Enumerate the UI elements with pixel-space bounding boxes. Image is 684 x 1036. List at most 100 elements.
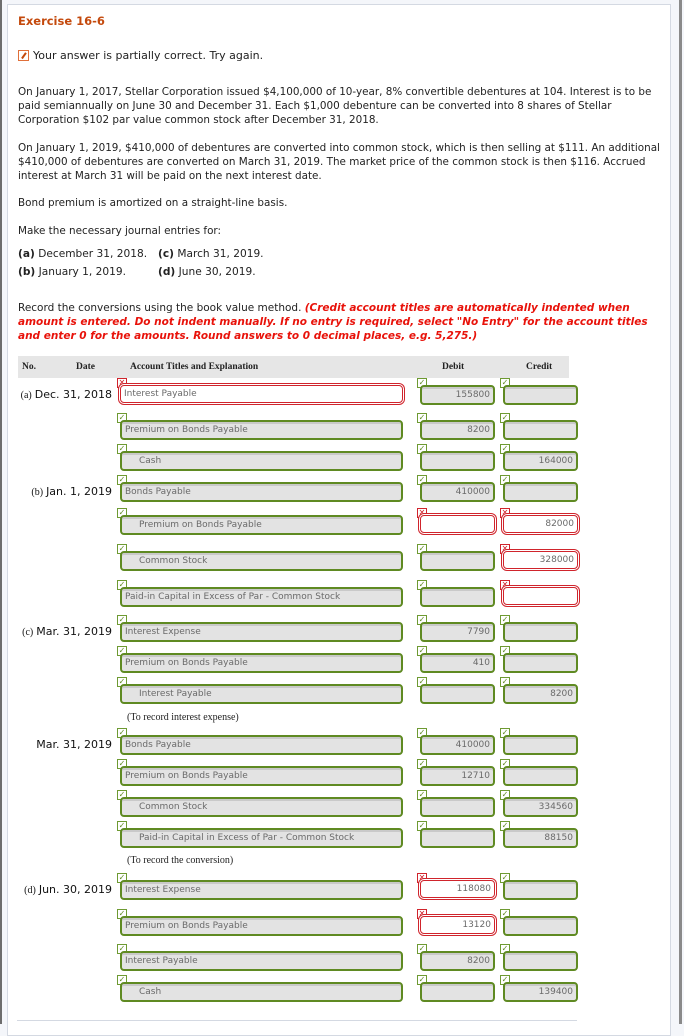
account-title-input[interactable]: Premium on Bonds Payable: [120, 420, 403, 440]
credit-input[interactable]: 82000: [503, 515, 578, 533]
account-title-input[interactable]: Premium on Bonds Payable: [120, 515, 403, 535]
account-title-input[interactable]: Interest Expense: [120, 622, 403, 642]
debit-input[interactable]: [420, 587, 495, 607]
credit-input[interactable]: [503, 385, 578, 405]
debit-input[interactable]: 410: [420, 653, 495, 673]
part-text: March 31, 2019.: [177, 248, 264, 260]
entry-date: (a) Dec. 31, 2018: [21, 388, 112, 401]
window-left-border: [0, 0, 2, 1024]
problem-paragraph-4: Make the necessary journal entries for:: [18, 225, 222, 237]
part-text: June 30, 2019.: [178, 266, 256, 278]
debit-input[interactable]: [420, 828, 495, 848]
credit-input[interactable]: [503, 951, 578, 971]
debit-input[interactable]: [420, 551, 495, 571]
account-title-input[interactable]: Cash: [120, 982, 403, 1002]
part-text: January 1, 2019.: [38, 266, 126, 278]
account-title-input[interactable]: Paid-in Capital in Excess of Par - Commo…: [120, 587, 403, 607]
entry-date-text: Dec. 31, 2018: [34, 388, 112, 401]
field-value: Bonds Payable: [125, 740, 191, 750]
credit-input[interactable]: 328000: [503, 551, 578, 569]
account-title-input[interactable]: Interest Expense: [120, 880, 403, 900]
credit-input[interactable]: [503, 880, 578, 900]
entry-date-text: Jan. 1, 2019: [46, 485, 112, 498]
account-title-input[interactable]: Premium on Bonds Payable: [120, 916, 403, 936]
field-value: 164000: [538, 456, 573, 466]
field-value: Interest Expense: [125, 885, 201, 895]
field-value: 13120: [462, 920, 491, 930]
entry-date: (d) Jun. 30, 2019: [24, 883, 112, 896]
part-label: (d): [158, 266, 176, 278]
problem-paragraph-3: Bond premium is amortized on a straight-…: [18, 197, 288, 209]
account-title-input[interactable]: Interest Payable: [120, 684, 403, 704]
account-title-input[interactable]: Common Stock: [120, 551, 403, 571]
credit-input[interactable]: 139400: [503, 982, 578, 1002]
credit-input[interactable]: [503, 622, 578, 642]
credit-input[interactable]: 334560: [503, 797, 578, 817]
field-value: 328000: [539, 555, 574, 565]
part-label: (a): [18, 248, 35, 260]
header-no: No.: [22, 362, 36, 372]
entry-date-text: Mar. 31, 2019: [36, 738, 112, 751]
debit-input[interactable]: 13120: [420, 916, 495, 934]
account-title-input[interactable]: Bonds Payable: [120, 735, 403, 755]
debit-input[interactable]: 410000: [420, 482, 495, 502]
debit-input[interactable]: [420, 684, 495, 704]
debit-input[interactable]: [420, 515, 495, 533]
debit-input[interactable]: [420, 451, 495, 471]
field-value: 410: [472, 658, 490, 668]
question-panel: Exercise 16-6 Your answer is partially c…: [7, 4, 671, 1036]
account-title-input[interactable]: Premium on Bonds Payable: [120, 766, 403, 786]
entry-date: Mar. 31, 2019: [36, 738, 112, 751]
debit-input[interactable]: 118080: [420, 880, 495, 898]
credit-input[interactable]: [503, 653, 578, 673]
debit-input[interactable]: [420, 982, 495, 1002]
debit-input[interactable]: 410000: [420, 735, 495, 755]
divider: [17, 1020, 577, 1021]
account-title-input[interactable]: Common Stock: [120, 797, 403, 817]
credit-input[interactable]: [503, 916, 578, 936]
part-label: (b): [18, 266, 36, 278]
debit-input[interactable]: 12710: [420, 766, 495, 786]
field-value: Premium on Bonds Payable: [139, 520, 262, 530]
field-value: Cash: [139, 456, 162, 466]
credit-input[interactable]: 164000: [503, 451, 578, 471]
header-debit: Debit: [442, 362, 465, 372]
debit-input[interactable]: 8200: [420, 951, 495, 971]
debit-input[interactable]: [420, 797, 495, 817]
field-value: 8200: [550, 689, 573, 699]
account-title-input[interactable]: Bonds Payable: [120, 482, 403, 502]
credit-input[interactable]: [503, 420, 578, 440]
account-title-input[interactable]: Paid-in Capital in Excess of Par - Commo…: [120, 828, 403, 848]
account-title-input[interactable]: Interest Payable: [120, 951, 403, 971]
debit-input[interactable]: 155800: [420, 385, 495, 405]
field-value: 155800: [455, 390, 490, 400]
table-header: No. Date Account Titles and Explanation …: [18, 356, 569, 378]
scrollbar[interactable]: [679, 0, 682, 1024]
credit-input[interactable]: [503, 735, 578, 755]
field-value: Common Stock: [139, 802, 208, 812]
field-value: Premium on Bonds Payable: [125, 921, 248, 931]
debit-input[interactable]: 7790: [420, 622, 495, 642]
field-value: Interest Payable: [139, 689, 212, 699]
account-title-input[interactable]: Premium on Bonds Payable: [120, 653, 403, 673]
credit-input[interactable]: [503, 587, 578, 605]
credit-input[interactable]: [503, 766, 578, 786]
credit-input[interactable]: 8200: [503, 684, 578, 704]
entry-part-label: (d): [24, 885, 36, 896]
account-title-input[interactable]: Interest Payable: [120, 385, 403, 403]
field-value: Paid-in Capital in Excess of Par - Commo…: [139, 833, 355, 843]
credit-input[interactable]: [503, 482, 578, 502]
status-text: Your answer is partially correct. Try ag…: [33, 49, 264, 62]
part-text: December 31, 2018.: [38, 248, 148, 260]
field-value: 8200: [467, 956, 490, 966]
header-date: Date: [76, 362, 95, 372]
entry-explanation: (To record interest expense): [127, 712, 239, 723]
debit-input[interactable]: 8200: [420, 420, 495, 440]
account-title-input[interactable]: Cash: [120, 451, 403, 471]
entry-date-text: Jun. 30, 2019: [38, 883, 112, 896]
entry-part-label: (b): [31, 487, 44, 498]
answer-status: Your answer is partially correct. Try ag…: [18, 49, 263, 62]
field-value: Premium on Bonds Payable: [125, 771, 248, 781]
credit-input[interactable]: 88150: [503, 828, 578, 848]
entry-explanation: (To record the conversion): [127, 855, 234, 866]
